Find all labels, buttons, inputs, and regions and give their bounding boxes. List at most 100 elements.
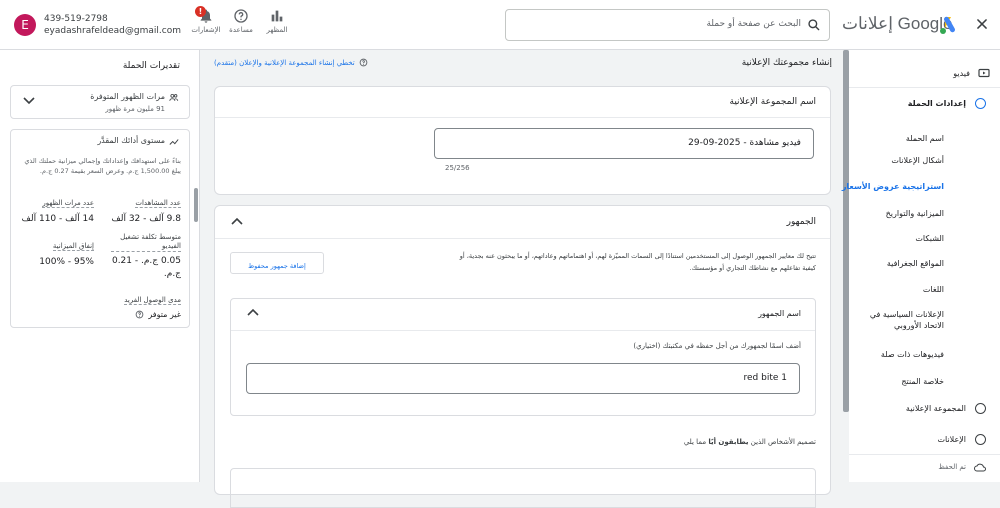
bar-chart-icon: [271, 10, 283, 22]
nav-subitem[interactable]: استراتيجية عروض الأسعار: [842, 181, 944, 192]
top-bar: E 439-519-2798 eyadashrafeldead@gmail.co…: [0, 0, 1000, 50]
reach-value: غير متوفر: [148, 310, 181, 319]
account-email: eyadashrafeldead@gmail.com: [44, 26, 181, 36]
audience-segment-box: [230, 468, 816, 508]
notifications-button[interactable]: الإشعارات: [186, 8, 226, 34]
add-saved-audience-label: إضافة جمهور محفوظ: [248, 262, 306, 270]
search-input[interactable]: البحث عن صفحة أو حملة: [505, 9, 830, 41]
search-icon: [808, 19, 820, 31]
metric-value: 95% - 100%: [39, 257, 94, 267]
audience-description: تتيح لك معايير الجمهور الوصول إلى المستخ…: [459, 252, 816, 272]
audience-name-value: red bite 1: [743, 373, 787, 383]
nav-subitem[interactable]: أشكال الإعلانات: [891, 155, 944, 166]
available-impressions-value: 91 مليون مرة ظهور: [105, 105, 165, 113]
help-icon: [359, 58, 368, 67]
nav-subitem[interactable]: الإعلانات السياسية في الاتحاد الأوروبي: [852, 309, 944, 331]
nav-subitem[interactable]: الشبكات: [915, 233, 944, 244]
available-impressions-card[interactable]: مرات الظهور المتوفرة 91 مليون مرة ظهور: [10, 85, 190, 119]
design-people-heading: تصميم الأشخاص الذين يطابقون أيًا مما يلي: [684, 438, 816, 446]
account-avatar[interactable]: E: [14, 14, 36, 36]
audience-name-section: اسم الجمهور أضف اسمًا لجمهورك من أجل حفظ…: [230, 298, 816, 416]
brand-name: إعلانات Google: [842, 14, 953, 33]
nav-subitem[interactable]: اسم الحملة: [906, 133, 944, 144]
divider: [849, 87, 1000, 88]
google-ads-logo: [940, 16, 955, 34]
ad-group-card-title: اسم المجموعة الإعلانية: [729, 97, 816, 107]
cloud-icon: [974, 463, 986, 472]
audience-name-input[interactable]: red bite 1: [246, 363, 800, 394]
metric-views: عدد المشاهدات 9.8 آلف - 32 آلف: [111, 190, 181, 224]
help-label: مساعدة: [229, 26, 253, 34]
available-impressions-title: مرات الظهور المتوفرة: [90, 92, 165, 101]
nav-item-video[interactable]: فيديو: [849, 50, 1000, 100]
metric-avg-cost: متوسط تكلفة تشغيل الفيديو 0.05 ج.م. - 0.…: [111, 233, 181, 281]
step-circle-icon: [975, 434, 986, 445]
reach-label: مدى الوصول الفريد: [124, 296, 181, 305]
notification-badge: !: [195, 6, 206, 17]
close-button[interactable]: [968, 10, 996, 38]
audience-name-hint: أضف اسمًا لجمهورك من أجل حفظه في مكتبتك …: [633, 342, 801, 350]
design-suffix: مما يلي: [683, 438, 709, 446]
trend-icon: [169, 139, 179, 145]
audience-name-title: اسم الجمهور: [758, 309, 801, 318]
nav-subitem[interactable]: فيديوهات ذات صلة: [881, 349, 944, 360]
nav-item-ads[interactable]: الإعلانات: [937, 435, 966, 444]
help-icon: [234, 9, 248, 23]
audience-card: الجمهور تتيح لك معايير الجمهور الوصول إل…: [214, 205, 831, 508]
campaign-nav: فيديو إعدادات الحملة اسم الحملة أشكال الإ…: [842, 50, 1000, 482]
appearance-label: المظهر: [266, 26, 288, 34]
divider: [231, 330, 815, 331]
page-title: إنشاء مجموعتك الإعلانية: [741, 58, 832, 68]
appearance-button[interactable]: المظهر: [257, 8, 297, 34]
panel-scrollbar[interactable]: [194, 188, 198, 222]
skip-link[interactable]: تخطي إنشاء المجموعة الإعلانية والإعلان (…: [214, 58, 368, 67]
nav-subitem[interactable]: اللغات: [923, 284, 944, 295]
audience-card-title: الجمهور: [786, 217, 816, 227]
divider: [849, 454, 1000, 455]
design-prefix: تصميم الأشخاص الذين: [748, 438, 816, 446]
step-circle-icon: [975, 403, 986, 414]
nav-item-ad-group[interactable]: المجموعة الإعلانية: [906, 404, 966, 413]
notifications-label: الإشعارات: [191, 26, 221, 34]
performance-title: مستوى أدائك المقدَّر: [97, 136, 165, 145]
help-icon[interactable]: [135, 310, 144, 319]
search-placeholder: البحث عن صفحة أو حملة: [706, 19, 801, 29]
divider: [215, 117, 830, 118]
metric-value: 9.8 آلف - 32 آلف: [111, 214, 181, 224]
skip-link-label[interactable]: تخطي إنشاء المجموعة الإعلانية والإعلان (…: [214, 59, 355, 67]
estimates-title: تقديرات الحملة: [122, 61, 180, 71]
metric-label: إنفاق الميزانية: [52, 242, 94, 251]
metric-value: 14 آلف - 110 آلف: [21, 214, 94, 224]
design-bold: يطابقون أيًا: [708, 438, 749, 446]
ad-group-name-input[interactable]: فيديو مشاهدة - 2025-09-29: [434, 128, 814, 159]
reach-row: غير متوفر: [135, 310, 181, 319]
nav-subitem[interactable]: الميزانية والتواريخ: [886, 208, 944, 219]
metric-label: متوسط تكلفة تشغيل الفيديو: [111, 233, 181, 252]
ad-group-name-card: اسم المجموعة الإعلانية فيديو مشاهدة - 20…: [214, 86, 831, 195]
chevron-up-icon: [231, 217, 243, 225]
metric-label: عدد المشاهدات: [135, 199, 181, 208]
divider: [215, 238, 830, 239]
video-icon: [978, 68, 990, 78]
nav-subitem[interactable]: خلاصة المنتج: [901, 376, 944, 387]
chevron-down-icon: [23, 97, 35, 105]
nav-item-label: فيديو: [953, 69, 970, 78]
metric-budget-spend: إنفاق الميزانية 95% - 100%: [14, 233, 94, 267]
save-status: تم الحفظ: [938, 463, 966, 471]
step-circle-icon: [975, 98, 986, 109]
audience-card-header[interactable]: الجمهور: [215, 206, 830, 238]
nav-item-campaign-settings[interactable]: إعدادات الحملة: [908, 99, 966, 108]
performance-card: مستوى أدائك المقدَّر بناءً على استهدافك …: [10, 129, 190, 328]
char-counter: 25/256: [445, 164, 470, 172]
chevron-up-icon[interactable]: [247, 308, 259, 318]
people-icon: [169, 93, 179, 101]
estimates-panel: تقديرات الحملة مرات الظهور المتوفرة 91 م…: [0, 50, 200, 482]
metric-value: 0.05 ج.م. - 0.21 ج.م.: [111, 256, 181, 279]
close-icon: [977, 19, 987, 29]
metric-label: عدد مرات الظهور: [42, 199, 94, 208]
nav-subitem[interactable]: المواقع الجغرافية: [887, 258, 944, 269]
help-button[interactable]: مساعدة: [221, 8, 261, 34]
add-saved-audience-button[interactable]: إضافة جمهور محفوظ: [230, 252, 324, 274]
performance-description: بناءً على استهدافك وإعداداتك وإجمالي ميز…: [24, 157, 181, 175]
account-phone: 439-519-2798: [44, 14, 108, 24]
